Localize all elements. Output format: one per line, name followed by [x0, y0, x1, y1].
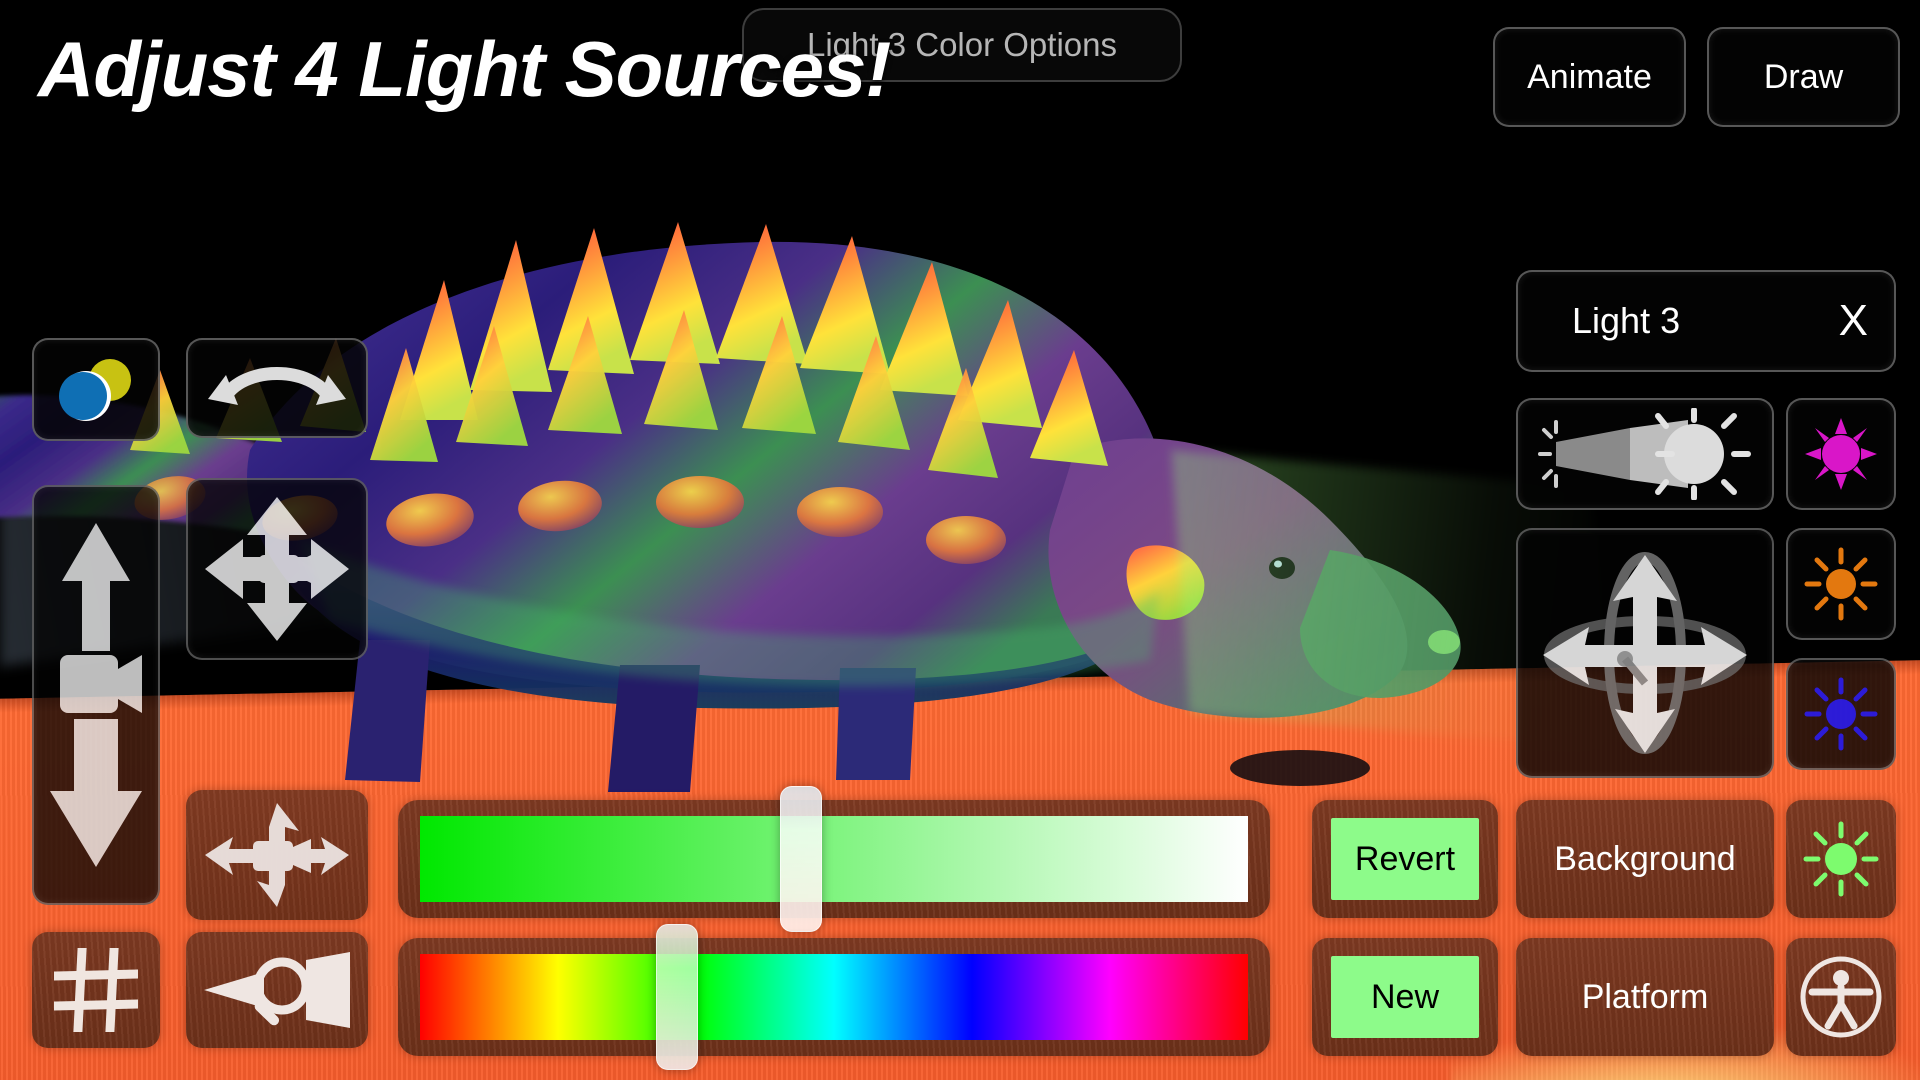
light-1-magenta-icon	[1805, 418, 1877, 490]
field-of-view-button[interactable]	[186, 932, 368, 1048]
light-3-blue-icon	[1804, 677, 1878, 751]
accessibility-button[interactable]	[1786, 938, 1896, 1056]
new-button[interactable]: New	[1312, 938, 1498, 1056]
light-3-blue-button[interactable]	[1786, 658, 1896, 770]
curved-arrow-icon	[208, 367, 346, 405]
green-sun-icon	[1803, 821, 1879, 897]
animate-button[interactable]: Animate	[1493, 27, 1686, 127]
four-way-arrows-icon	[205, 497, 349, 641]
new-label: New	[1370, 977, 1440, 1016]
draw-button[interactable]: Draw	[1707, 27, 1900, 127]
light-panel-header[interactable]: Light 3 X	[1516, 270, 1896, 372]
spotlight-type-button[interactable]	[1516, 398, 1774, 510]
light-4-green-button[interactable]	[1786, 800, 1896, 918]
light-orbit-button[interactable]	[1516, 528, 1774, 778]
spotlight-icon	[1538, 408, 1751, 500]
hue-thumb[interactable]	[655, 924, 698, 1070]
revert-label: Revert	[1354, 839, 1456, 878]
camera-vertical-icon	[50, 523, 142, 867]
saturation-track[interactable]	[420, 816, 1248, 902]
close-icon[interactable]: X	[1839, 299, 1868, 343]
saturation-thumb[interactable]	[779, 786, 822, 932]
hue-gradient	[420, 954, 1248, 1040]
magnifier-cone-icon	[204, 952, 350, 1028]
new-plate: New	[1331, 956, 1479, 1038]
app-root: Light 3 Color Options Adjust 4 Light Sou…	[0, 0, 1920, 1080]
color-swatch-button[interactable]	[32, 338, 160, 441]
platform-label: Platform	[1581, 977, 1709, 1016]
dinosaur-model[interactable]	[0, 120, 1520, 800]
orbit-rotate-icon	[1543, 552, 1747, 754]
light-2-orange-icon	[1804, 547, 1878, 621]
revert-plate: Revert	[1331, 818, 1479, 900]
background-button[interactable]: Background	[1516, 800, 1774, 918]
platform-button[interactable]: Platform	[1516, 938, 1774, 1056]
light-panel-title: Light 3	[1572, 300, 1681, 341]
rotate-object-button[interactable]	[186, 338, 368, 438]
revert-button[interactable]: Revert	[1312, 800, 1498, 918]
grid-toggle-button[interactable]	[32, 932, 160, 1048]
hue-slider[interactable]	[398, 924, 1270, 1070]
grid-icon	[54, 948, 138, 1032]
promo-banner-text: Adjust 4 Light Sources!	[38, 25, 891, 113]
move-object-button[interactable]	[186, 478, 368, 660]
light-2-orange-button[interactable]	[1786, 528, 1896, 640]
accessibility-icon	[1800, 956, 1882, 1038]
camera-orbit-button[interactable]	[186, 790, 368, 920]
background-label: Background	[1554, 839, 1736, 878]
camera-dolly-button[interactable]	[32, 485, 160, 905]
saturation-slider[interactable]	[398, 786, 1270, 932]
camera-four-way-icon	[205, 803, 349, 907]
light-1-magenta-button[interactable]	[1786, 398, 1896, 510]
hue-track[interactable]	[420, 954, 1248, 1040]
saturation-gradient	[420, 816, 1248, 902]
two-circles-icon	[59, 358, 131, 421]
animate-label: Animate	[1527, 57, 1652, 96]
draw-label: Draw	[1763, 57, 1844, 96]
